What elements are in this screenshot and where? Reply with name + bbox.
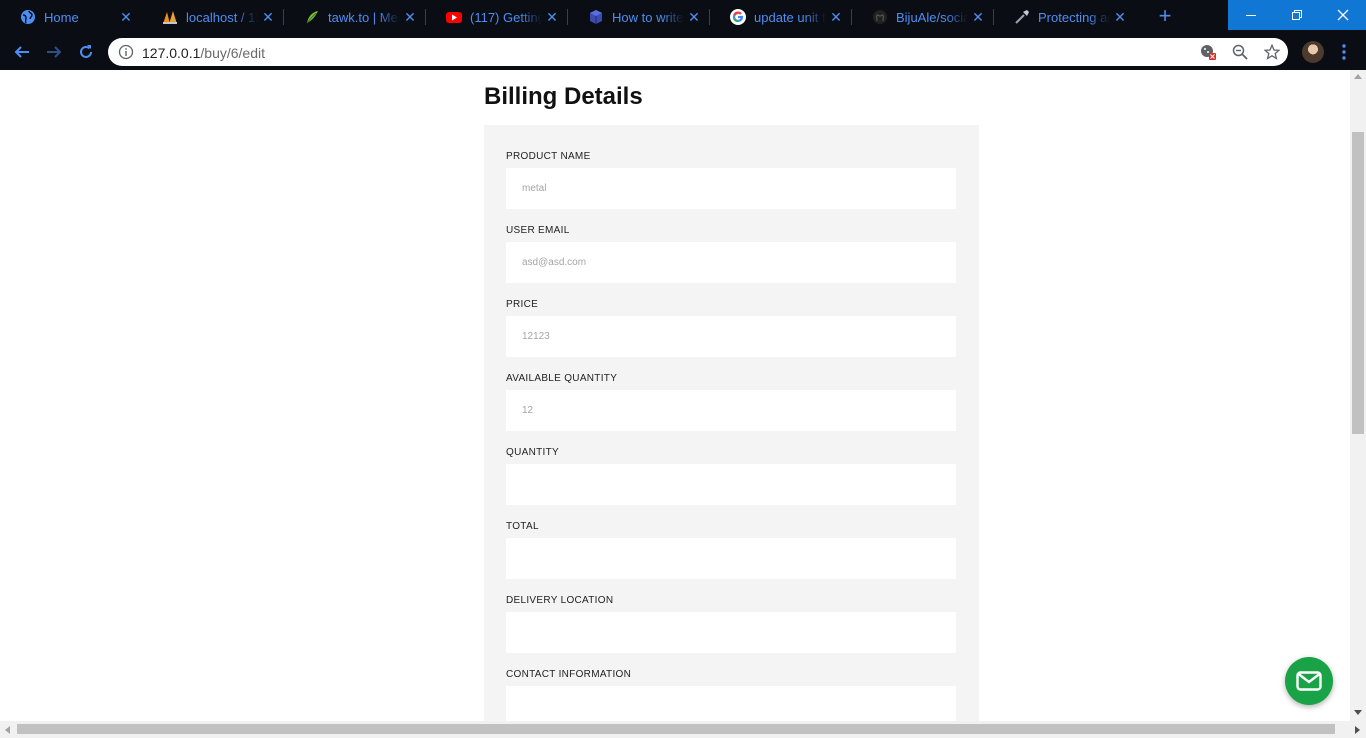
total-label: TOTAL <box>506 521 539 532</box>
available-quantity-label: AVAILABLE QUANTITY <box>506 373 618 384</box>
profile-avatar[interactable] <box>1302 41 1324 63</box>
scroll-left-icon[interactable] <box>5 726 10 734</box>
tab-strip: Home ✕ localhost / 127 ✕ tawk.to | Mess … <box>0 0 1366 34</box>
price-label: PRICE <box>506 299 539 310</box>
tab-title: (117) Getting S <box>470 9 542 25</box>
tab-phpmyadmin[interactable]: localhost / 127 ✕ <box>142 0 284 34</box>
info-icon[interactable] <box>118 44 134 60</box>
tab-title: update unit te <box>754 9 826 25</box>
cube-icon <box>588 9 604 25</box>
billing-form: PRODUCT NAME USER EMAIL PRICE AVAILABLE … <box>484 125 979 721</box>
phpmyadmin-icon <box>162 9 178 25</box>
tab-title: Protecting adm <box>1038 9 1110 25</box>
close-tab-icon[interactable]: ✕ <box>400 9 420 26</box>
tab-title: tawk.to | Mess <box>328 9 400 25</box>
tab-title: Home <box>44 9 79 25</box>
horizontal-scroll-thumb[interactable] <box>17 724 1335 734</box>
contact-information-label: CONTACT INFORMATION <box>506 669 632 680</box>
quantity-label: QUANTITY <box>506 447 559 458</box>
close-tab-icon[interactable]: ✕ <box>116 9 136 26</box>
product-name-input[interactable] <box>506 168 956 209</box>
restore-button[interactable] <box>1274 0 1320 30</box>
tab-title: BijuAle/social_ <box>896 9 968 25</box>
vertical-scrollbar[interactable] <box>1350 70 1366 721</box>
close-icon <box>1337 9 1349 21</box>
bookmark-star-icon[interactable] <box>1263 43 1281 60</box>
url-host: 127.0.0.1 <box>142 45 201 61</box>
close-tab-icon[interactable]: ✕ <box>968 9 988 26</box>
page-title: Billing Details <box>484 83 643 110</box>
tab-github[interactable]: BijuAle/social_ ✕ <box>852 0 994 34</box>
minimize-icon <box>1246 15 1256 16</box>
github-icon <box>872 9 888 25</box>
delivery-location-label: DELIVERY LOCATION <box>506 595 614 606</box>
url-path: /buy/6/edit <box>200 45 265 61</box>
reload-icon <box>80 45 92 58</box>
zoom-icon[interactable] <box>1232 44 1248 60</box>
google-icon <box>730 9 746 25</box>
user-email-label: USER EMAIL <box>506 225 570 236</box>
tab-youtube[interactable]: (117) Getting S ✕ <box>426 0 568 34</box>
tawkto-icon <box>304 9 320 25</box>
youtube-icon <box>446 9 462 25</box>
close-tab-icon[interactable]: ✕ <box>826 9 846 26</box>
close-tab-icon[interactable]: ✕ <box>1110 9 1130 26</box>
close-tab-icon[interactable]: ✕ <box>542 9 562 26</box>
reload-button[interactable] <box>72 38 100 66</box>
close-tab-icon[interactable]: ✕ <box>684 9 704 26</box>
tool-icon <box>1014 9 1030 25</box>
horizontal-scrollbar[interactable] <box>0 721 1366 738</box>
product-name-label: PRODUCT NAME <box>506 151 591 162</box>
quantity-input[interactable] <box>506 464 956 505</box>
close-tab-icon[interactable]: ✕ <box>258 9 278 26</box>
arrow-left-icon <box>14 46 29 58</box>
mail-icon <box>1296 671 1322 691</box>
contact-information-input[interactable] <box>506 686 956 721</box>
address-bar[interactable]: 127.0.0.1/buy/6/edit <box>108 38 1288 66</box>
browser-toolbar: 127.0.0.1/buy/6/edit <box>0 34 1366 70</box>
tab-protecting-admin[interactable]: Protecting adm ✕ <box>994 0 1136 34</box>
restore-icon <box>1292 10 1302 20</box>
globe-icon <box>20 9 36 25</box>
available-quantity-input[interactable] <box>506 390 956 431</box>
scroll-up-icon[interactable] <box>1354 74 1362 79</box>
close-window-button[interactable] <box>1320 0 1366 30</box>
forward-button[interactable] <box>40 38 68 66</box>
page-viewport: Billing Details PRODUCT NAME USER EMAIL … <box>0 70 1350 721</box>
total-input[interactable] <box>506 538 956 579</box>
chat-widget-button[interactable] <box>1285 657 1333 705</box>
more-menu-icon[interactable] <box>1336 42 1352 62</box>
tab-how-to-write[interactable]: How to write te ✕ <box>568 0 710 34</box>
vertical-scroll-thumb[interactable] <box>1352 132 1364 434</box>
tab-home[interactable]: Home ✕ <box>0 0 142 34</box>
new-tab-button[interactable]: + <box>1154 4 1176 30</box>
user-email-input[interactable] <box>506 242 956 283</box>
tab-google-search[interactable]: update unit te ✕ <box>710 0 852 34</box>
tab-tawkto[interactable]: tawk.to | Mess ✕ <box>284 0 426 34</box>
back-button[interactable] <box>8 38 36 66</box>
tab-title: How to write te <box>612 9 684 25</box>
blocked-cookies-icon[interactable] <box>1200 44 1216 60</box>
arrow-right-icon <box>47 46 62 58</box>
minimize-button[interactable] <box>1228 0 1274 30</box>
delivery-location-input[interactable] <box>506 612 956 653</box>
tab-title: localhost / 127 <box>186 9 258 25</box>
scroll-down-icon[interactable] <box>1354 710 1362 715</box>
scroll-right-icon[interactable] <box>1355 726 1360 734</box>
price-input[interactable] <box>506 316 956 357</box>
url-text: 127.0.0.1/buy/6/edit <box>142 45 265 61</box>
